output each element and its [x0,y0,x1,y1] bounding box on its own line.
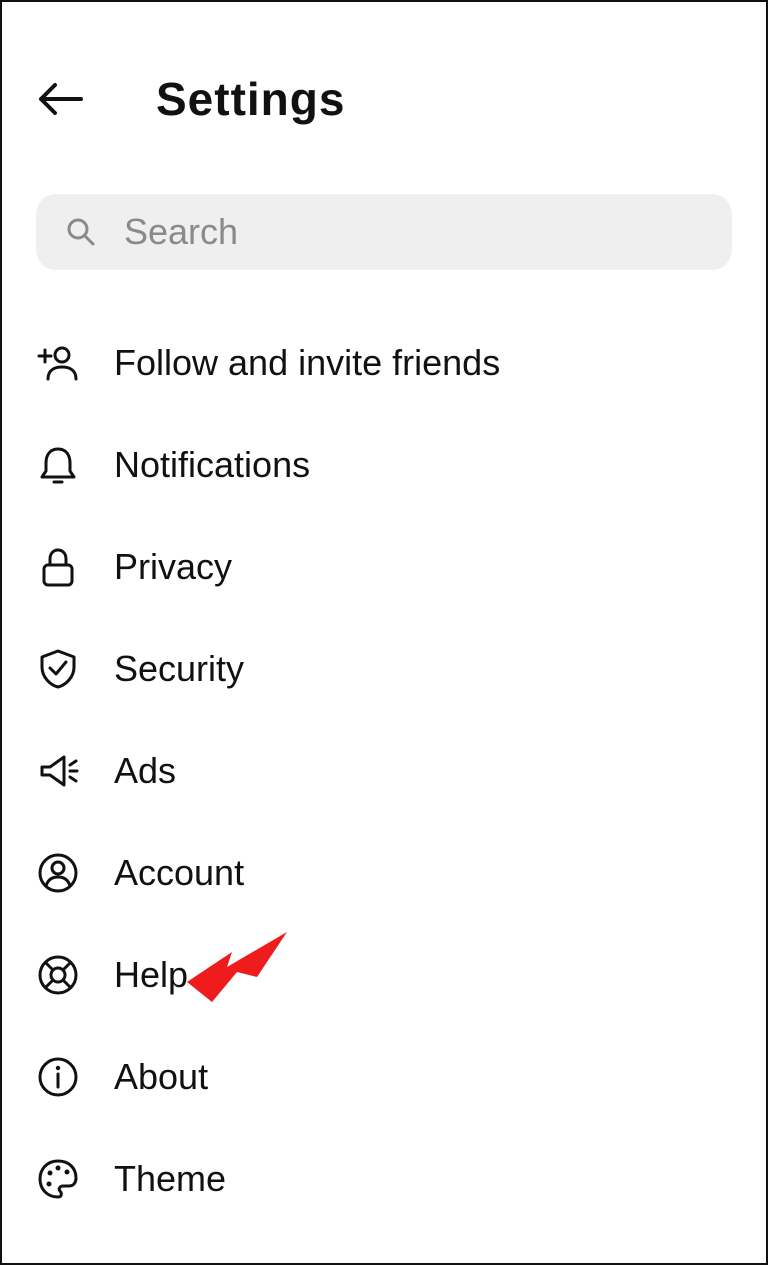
arrow-left-icon [37,81,85,117]
info-icon [36,1055,80,1099]
shield-check-icon [36,647,80,691]
user-circle-icon [36,851,80,895]
menu-item-ads[interactable]: Ads [36,720,732,822]
search-input[interactable] [124,211,702,253]
menu-label: Help [114,954,188,996]
search-box[interactable] [36,194,732,270]
menu-label: Ads [114,750,176,792]
menu-item-account[interactable]: Account [36,822,732,924]
menu-label: Privacy [114,546,232,588]
bell-icon [36,443,80,487]
menu-label: About [114,1056,208,1098]
back-button[interactable] [36,74,86,124]
menu-item-about[interactable]: About [36,1026,732,1128]
menu-label: Notifications [114,444,310,486]
menu-item-follow-invite[interactable]: Follow and invite friends [36,312,732,414]
menu-label: Account [114,852,244,894]
menu-item-privacy[interactable]: Privacy [36,516,732,618]
menu-item-security[interactable]: Security [36,618,732,720]
user-plus-icon [36,341,80,385]
lock-icon [36,545,80,589]
menu-item-notifications[interactable]: Notifications [36,414,732,516]
menu-item-theme[interactable]: Theme [36,1128,732,1230]
menu-label: Follow and invite friends [114,342,500,384]
search-icon [66,217,96,247]
page-title: Settings [156,72,345,126]
menu-item-help[interactable]: Help [36,924,732,1026]
menu-label: Theme [114,1158,226,1200]
header: Settings [2,2,766,166]
palette-icon [36,1157,80,1201]
megaphone-icon [36,749,80,793]
lifebuoy-icon [36,953,80,997]
settings-menu: Follow and invite friends Notifications … [2,302,766,1230]
menu-label: Security [114,648,244,690]
